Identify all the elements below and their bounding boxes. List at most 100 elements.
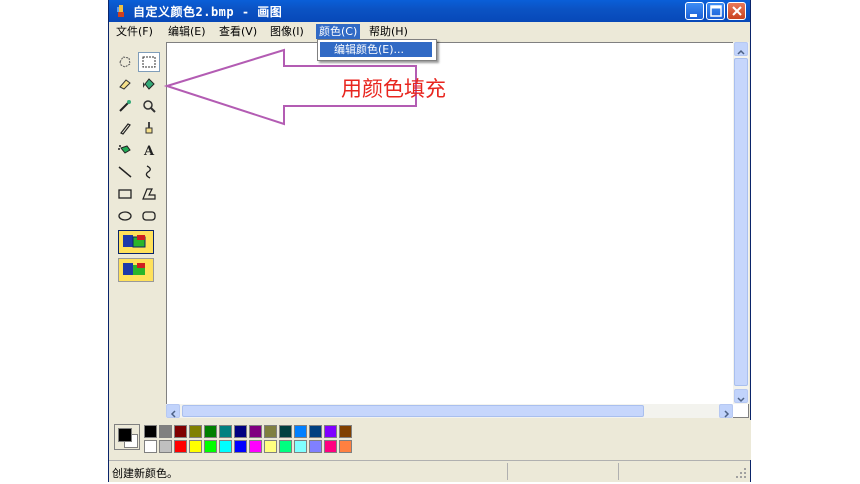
pencil-icon [120, 123, 131, 135]
menu-help[interactable]: 帮助(H) [366, 24, 411, 39]
text-icon: A [143, 144, 155, 158]
palette-swatch[interactable] [279, 425, 292, 438]
polygon-tool[interactable] [138, 184, 160, 204]
color-picker-icon [119, 100, 131, 112]
palette-swatch[interactable] [339, 425, 352, 438]
palette-swatch[interactable] [159, 440, 172, 453]
ellipse-icon [118, 211, 132, 221]
current-colors[interactable] [114, 424, 140, 450]
toolbox: A [111, 44, 165, 412]
palette-swatch[interactable] [309, 440, 322, 453]
status-divider [618, 463, 619, 480]
airbrush-icon [118, 145, 131, 154]
close-button[interactable] [727, 2, 746, 20]
vertical-scrollbar[interactable] [733, 42, 749, 404]
palette-swatch[interactable] [294, 425, 307, 438]
magnifier-tool[interactable] [138, 96, 160, 116]
maximize-icon [710, 5, 722, 17]
palette-swatch[interactable] [189, 425, 202, 438]
chevron-right-icon [724, 410, 730, 418]
fill-mode-option-selected[interactable] [118, 230, 154, 254]
fill-bucket-icon [143, 78, 155, 90]
horizontal-scrollbar[interactable] [166, 404, 733, 418]
rectangle-icon [118, 189, 132, 199]
chevron-up-icon [737, 49, 745, 55]
resize-grip-icon [736, 468, 746, 478]
palette-swatch[interactable] [339, 440, 352, 453]
palette-swatch[interactable] [234, 425, 247, 438]
palette-swatch[interactable] [144, 425, 157, 438]
palette-swatch[interactable] [159, 425, 172, 438]
palette-swatch[interactable] [204, 425, 217, 438]
palette-swatch[interactable] [219, 440, 232, 453]
line-icon [118, 166, 132, 178]
text-tool[interactable]: A [138, 140, 160, 160]
horizontal-scroll-thumb[interactable] [182, 405, 644, 417]
chevron-down-icon [737, 397, 745, 403]
status-text: 创建新颜色。 [112, 467, 178, 480]
scroll-left-button[interactable] [166, 404, 180, 418]
rect-select-tool[interactable] [138, 52, 160, 72]
magnifier-icon [143, 100, 156, 113]
menu-bar: 文件(F) 编辑(E) 查看(V) 图像(I) 颜色(C) 帮助(H) [109, 22, 750, 40]
scroll-up-button[interactable] [734, 42, 748, 56]
status-bar: 创建新颜色。 [109, 460, 750, 482]
fill-solid-icon [123, 263, 145, 275]
window-title: 自定义颜色2.bmp - 画图 [133, 5, 283, 19]
rect-select-icon [142, 56, 156, 68]
palette-swatch[interactable] [324, 440, 337, 453]
palette-swatch[interactable] [264, 425, 277, 438]
pencil-tool[interactable] [114, 118, 136, 138]
palette-swatch[interactable] [234, 440, 247, 453]
menu-edit[interactable]: 编辑(E) [165, 24, 209, 39]
palette-swatch[interactable] [174, 425, 187, 438]
palette-swatch[interactable] [189, 440, 202, 453]
line-tool[interactable] [114, 162, 136, 182]
eraser-tool[interactable] [114, 74, 136, 94]
palette-swatch[interactable] [249, 425, 262, 438]
palette-swatch[interactable] [294, 440, 307, 453]
airbrush-tool[interactable] [114, 140, 136, 160]
close-icon [732, 6, 742, 16]
free-select-icon [119, 56, 131, 68]
free-select-tool[interactable] [114, 52, 136, 72]
palette-swatch[interactable] [324, 425, 337, 438]
curve-tool[interactable] [138, 162, 160, 182]
menu-file[interactable]: 文件(F) [113, 24, 156, 39]
rectangle-tool[interactable] [114, 184, 136, 204]
vertical-scroll-thumb[interactable] [734, 58, 748, 386]
title-bar[interactable]: 自定义颜色2.bmp - 画图 [109, 0, 750, 22]
menu-image[interactable]: 图像(I) [267, 24, 307, 39]
paint-app-icon [117, 5, 124, 17]
palette-swatch[interactable] [144, 440, 157, 453]
rounded-rect-tool[interactable] [138, 206, 160, 226]
fill-outline-icon [123, 235, 146, 248]
palette-swatch[interactable] [204, 440, 217, 453]
curve-icon [145, 165, 151, 179]
scroll-down-button[interactable] [734, 389, 748, 403]
menu-view[interactable]: 查看(V) [216, 24, 260, 39]
brush-tool[interactable] [138, 118, 160, 138]
palette-swatch[interactable] [249, 440, 262, 453]
palette-swatch[interactable] [309, 425, 322, 438]
color-picker-tool[interactable] [114, 96, 136, 116]
eraser-icon [119, 79, 131, 90]
edit-colors-menu-item[interactable]: 编辑颜色(E)... [320, 42, 432, 57]
minimize-icon [690, 14, 697, 17]
chevron-left-icon [170, 410, 176, 418]
palette-swatch[interactable] [219, 425, 232, 438]
color-palette [111, 420, 751, 460]
fill-bucket-tool[interactable] [138, 74, 160, 94]
fill-mode-option[interactable] [118, 258, 154, 282]
minimize-button[interactable] [685, 2, 704, 20]
menu-colors[interactable]: 颜色(C) [316, 24, 361, 39]
scroll-right-button[interactable] [719, 404, 733, 418]
svg-text:A: A [143, 144, 155, 158]
palette-swatch[interactable] [264, 440, 277, 453]
palette-swatch[interactable] [174, 440, 187, 453]
foreground-color [118, 428, 132, 442]
palette-swatch[interactable] [279, 440, 292, 453]
ellipse-tool[interactable] [114, 206, 136, 226]
paint-window: 自定义颜色2.bmp - 画图 文件(F) 编辑(E) 查看(V) 图像(I) … [108, 0, 751, 482]
maximize-button[interactable] [706, 2, 725, 20]
